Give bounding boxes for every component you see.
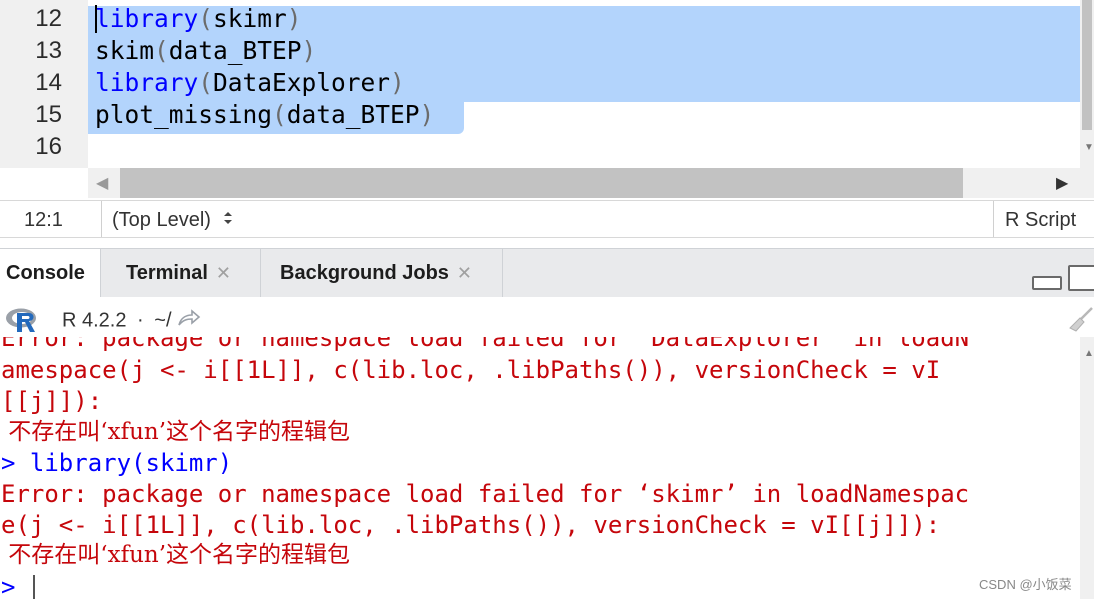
- divider: [101, 201, 102, 237]
- code-function: skim: [95, 36, 155, 65]
- console-error-line: e(j <- i[[1L]], c(lib.loc, .libPaths()),…: [1, 511, 941, 539]
- maximize-pane-icon[interactable]: [1068, 265, 1094, 291]
- console-error-line: amespace(j <- i[[1L]], c(lib.loc, .libPa…: [1, 356, 941, 384]
- console-text-cursor: [33, 575, 35, 599]
- scope-selector[interactable]: (Top Level): [112, 209, 233, 232]
- file-type-selector[interactable]: R Script: [1005, 209, 1076, 232]
- code-paren: (: [198, 68, 214, 97]
- tab-terminal[interactable]: Terminal ✕: [114, 249, 260, 297]
- tab-console[interactable]: Console: [0, 249, 100, 297]
- r-version: R 4.2.2: [62, 309, 127, 332]
- line-number: 14: [35, 69, 62, 96]
- line-number: 13: [35, 37, 62, 64]
- scroll-left-arrow-icon[interactable]: ◀: [96, 173, 108, 193]
- code-function: library: [95, 68, 199, 97]
- tab-background-jobs[interactable]: Background Jobs ✕: [268, 249, 504, 297]
- close-icon[interactable]: ✕: [457, 263, 472, 283]
- scope-label: (Top Level): [112, 209, 211, 231]
- clear-console-broom-icon[interactable]: [1066, 306, 1094, 337]
- code-paren: (: [272, 100, 287, 129]
- console-error-line: Error: package or namespace load failed …: [1, 337, 970, 352]
- console-prompt[interactable]: >: [1, 572, 15, 599]
- divider: [260, 249, 261, 297]
- console-tab-bar: Console Terminal ✕ Background Jobs ✕: [0, 248, 1094, 298]
- code-argument: data_BTEP: [286, 100, 420, 129]
- code-line[interactable]: library(skimr): [95, 3, 302, 35]
- code-paren: ): [286, 4, 302, 33]
- code-paren: ): [390, 68, 405, 97]
- console-command-line: > library(skimr): [1, 449, 233, 477]
- console-error-line: Error: package or namespace load failed …: [1, 480, 970, 508]
- console-vertical-scrollbar[interactable]: [1080, 337, 1094, 599]
- code-argument: data_BTEP: [168, 36, 302, 65]
- code-function: library: [95, 4, 199, 33]
- code-paren: (: [198, 4, 214, 33]
- line-number: 16: [35, 133, 62, 160]
- close-icon[interactable]: ✕: [216, 263, 231, 283]
- line-number: 12: [35, 5, 62, 32]
- minimize-pane-icon[interactable]: [1032, 276, 1062, 290]
- code-paren: ): [419, 100, 435, 129]
- console-output[interactable]: Error: package or namespace load failed …: [0, 337, 1080, 599]
- code-function: plot_missing: [95, 100, 273, 129]
- editor-vertical-scroll-thumb[interactable]: [1082, 0, 1092, 130]
- text-caret: [95, 5, 97, 33]
- code-line[interactable]: skim(data_BTEP): [95, 35, 316, 67]
- scroll-right-arrow-icon[interactable]: ▶: [1056, 173, 1068, 193]
- go-to-directory-icon[interactable]: [177, 309, 201, 333]
- code-line[interactable]: plot_missing(data_BTEP): [95, 99, 434, 131]
- tab-label: Console: [6, 262, 85, 284]
- r-logo-icon: [5, 307, 41, 338]
- source-editor[interactable]: 12 13 14 15 16 library(skimr) skim(data_…: [0, 0, 1094, 168]
- divider: [502, 249, 503, 297]
- separator: ·: [137, 309, 144, 332]
- divider: [100, 249, 101, 297]
- tab-label: Background Jobs: [280, 262, 449, 284]
- line-number: 15: [35, 101, 62, 128]
- editor-horizontal-scroll-thumb[interactable]: [120, 168, 963, 198]
- console-message-line: 不存在叫‘xfun’这个名字的程辑包: [1, 542, 351, 568]
- line-number-gutter: 12 13 14 15 16: [0, 0, 88, 168]
- divider: [993, 201, 994, 237]
- updown-icon: [223, 209, 233, 232]
- code-argument: DataExplorer: [213, 68, 391, 97]
- code-paren: (: [154, 36, 169, 65]
- editor-status-bar: 12:1 (Top Level) R Script: [0, 200, 1094, 238]
- console-message-line: 不存在叫‘xfun’这个名字的程辑包: [1, 419, 351, 445]
- scroll-up-arrow-icon[interactable]: ▲: [1084, 348, 1094, 359]
- console-error-line: [[j]]):: [1, 387, 103, 415]
- code-line[interactable]: library(DataExplorer): [95, 67, 405, 99]
- code-argument: skimr: [213, 4, 287, 33]
- code-paren: ): [301, 36, 317, 65]
- cursor-position: 12:1: [24, 209, 63, 231]
- r-version-info: R 4.2.2 · ~/: [62, 309, 201, 333]
- scroll-down-arrow-icon[interactable]: ▼: [1084, 142, 1094, 153]
- watermark: CSDN @小饭菜: [979, 577, 1072, 592]
- tab-label: Terminal: [126, 262, 208, 284]
- working-directory: ~/: [154, 309, 172, 332]
